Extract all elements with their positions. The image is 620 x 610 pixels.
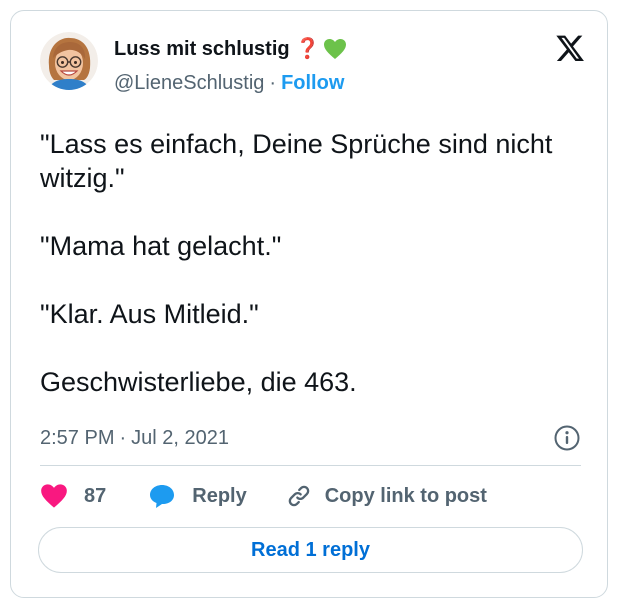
author-display-name[interactable]: Luss mit schlustig ❓ bbox=[114, 37, 320, 61]
tweet-text: "Lass es einfach, Deine Sprüche sind nic… bbox=[40, 127, 580, 399]
avatar-memoji bbox=[40, 32, 98, 90]
link-icon bbox=[285, 482, 313, 510]
tweet-date: Jul 2, 2021 bbox=[131, 427, 230, 449]
green-heart-icon bbox=[323, 38, 347, 60]
handle-separator: · bbox=[269, 72, 277, 94]
copy-link-button[interactable]: Copy link to post bbox=[285, 482, 487, 510]
read-replies-button[interactable]: Read 1 reply bbox=[38, 527, 583, 573]
follow-button[interactable]: Follow bbox=[281, 72, 344, 94]
info-icon[interactable] bbox=[553, 424, 581, 452]
tweet-paragraph: Geschwisterliebe, die 463. bbox=[40, 367, 357, 397]
like-button[interactable]: 87 bbox=[40, 483, 106, 509]
heart-icon bbox=[40, 483, 68, 509]
tweet-paragraph: "Lass es einfach, Deine Sprüche sind nic… bbox=[40, 129, 553, 193]
reply-button[interactable]: Reply bbox=[148, 483, 247, 509]
tweet-paragraph: "Mama hat gelacht." bbox=[40, 231, 282, 261]
like-count: 87 bbox=[84, 484, 107, 507]
avatar[interactable] bbox=[40, 32, 98, 90]
reply-label: Reply bbox=[192, 484, 247, 507]
speech-bubble-icon bbox=[148, 483, 176, 509]
divider bbox=[40, 465, 581, 466]
tweet-paragraph: "Klar. Aus Mitleid." bbox=[40, 299, 259, 329]
author-handle[interactable]: @LieneSchlustig bbox=[114, 72, 264, 94]
x-logo-icon[interactable] bbox=[553, 33, 585, 65]
timestamp-separator: · bbox=[119, 427, 127, 449]
read-replies-label: Read 1 reply bbox=[251, 538, 370, 561]
author-handle-row: @LieneSchlustig · Follow bbox=[114, 71, 344, 95]
tweet-time: 2:57 PM bbox=[40, 427, 115, 449]
action-bar: 87 Reply Copy link to post bbox=[40, 481, 487, 511]
tweet-timestamp[interactable]: 2:57 PM · Jul 2, 2021 bbox=[40, 426, 229, 450]
tweet-card[interactable]: Luss mit schlustig ❓ @LieneSchlustig · Fol… bbox=[10, 10, 608, 598]
author-name-row[interactable]: Luss mit schlustig ❓ bbox=[114, 37, 347, 61]
copy-link-label: Copy link to post bbox=[324, 484, 487, 507]
